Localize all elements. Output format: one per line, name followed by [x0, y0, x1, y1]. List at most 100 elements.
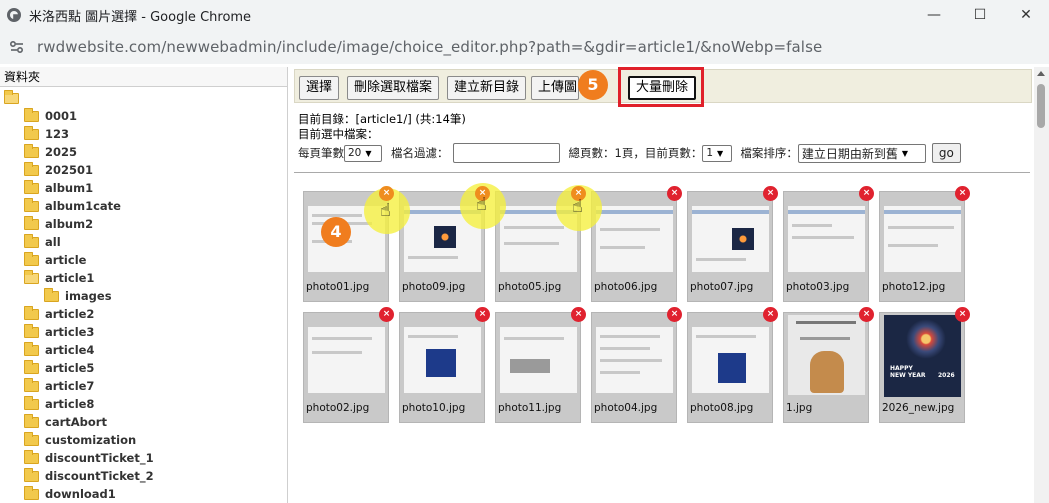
maximize-button[interactable]: ☐ — [957, 0, 1003, 30]
per-page-label: 每頁筆數 — [298, 146, 344, 160]
delete-x-icon[interactable]: × — [379, 307, 394, 322]
thumbnail-filename: photo01.jpg — [306, 281, 370, 293]
folder-item[interactable]: album1 — [0, 179, 287, 197]
scrollbar-thumb[interactable] — [1037, 84, 1045, 128]
folder-item[interactable]: article8 — [0, 395, 287, 413]
scroll-up-arrow-icon[interactable] — [1037, 71, 1045, 76]
page-scrollbar[interactable] — [1034, 67, 1049, 503]
sort-label: 檔案排序： — [740, 146, 798, 160]
folder-icon — [24, 125, 39, 140]
thumbnail-image — [788, 315, 865, 395]
close-window-button[interactable]: ✕ — [1003, 0, 1049, 30]
folder-item[interactable]: article — [0, 251, 287, 269]
folder-item[interactable]: article5 — [0, 359, 287, 377]
chevron-down-icon: ▼ — [901, 148, 908, 158]
folder-item[interactable]: cartAbort — [0, 413, 287, 431]
thumbnail-filename: photo03.jpg — [786, 281, 850, 293]
folder-item[interactable]: 0001 — [0, 107, 287, 125]
select-button[interactable]: 選擇 — [299, 76, 340, 100]
folder-item[interactable]: images — [0, 287, 287, 305]
thumbnail-2026-new[interactable]: HAPPY NEW YEAR 2026 2026_new.jpg × — [879, 307, 970, 423]
thumbnail-photo07[interactable]: photo07.jpg × — [687, 186, 778, 302]
folder-icon — [24, 197, 39, 212]
folder-item[interactable]: discountTicket_2 — [0, 467, 287, 485]
thumbnail-photo10[interactable]: photo10.jpg × — [399, 307, 490, 423]
folder-item[interactable]: article2 — [0, 305, 287, 323]
folder-item[interactable]: 2025 — [0, 143, 287, 161]
maximize-icon: ☐ — [973, 7, 987, 23]
delete-x-icon[interactable]: × — [859, 307, 874, 322]
thumbnail-1[interactable]: 1.jpg × — [783, 307, 874, 423]
thumbnail-photo03[interactable]: photo03.jpg × — [783, 186, 874, 302]
folder-icon — [24, 305, 39, 320]
address-bar[interactable]: rwdwebsite.com/newwebadmin/include/image… — [0, 30, 1049, 64]
folder-item[interactable]: article4 — [0, 341, 287, 359]
new-year-text-2: NEW YEAR — [890, 372, 926, 379]
thumbnail-filename: photo07.jpg — [690, 281, 754, 293]
delete-x-icon[interactable]: × — [379, 186, 394, 201]
folder-item[interactable]: 202501 — [0, 161, 287, 179]
thumbnail-image — [308, 327, 385, 393]
delete-x-icon[interactable]: × — [955, 186, 970, 201]
delete-x-icon[interactable]: × — [667, 307, 682, 322]
folder-root[interactable] — [0, 89, 287, 107]
delete-x-icon[interactable]: × — [475, 307, 490, 322]
thumbnail-photo11[interactable]: photo11.jpg × — [495, 307, 586, 423]
thumbnail-image — [596, 206, 673, 272]
thumbnail-image: HAPPY NEW YEAR 2026 — [884, 315, 961, 397]
delete-x-icon[interactable]: × — [859, 186, 874, 201]
delete-x-icon[interactable]: × — [955, 307, 970, 322]
delete-x-icon[interactable]: × — [571, 307, 586, 322]
window-title: 米洛西點 圖片選擇 - Google Chrome — [29, 9, 252, 25]
thumbnail-filename: photo06.jpg — [594, 281, 658, 293]
minimize-icon: — — [927, 7, 941, 23]
url-text[interactable]: rwdwebsite.com/newwebadmin/include/image… — [37, 38, 822, 56]
folder-item[interactable]: album2 — [0, 215, 287, 233]
thumbnail-image — [404, 327, 481, 393]
folder-item[interactable]: article7 — [0, 377, 287, 395]
delete-x-icon[interactable]: × — [763, 307, 778, 322]
folder-icon — [24, 179, 39, 194]
thumbnail-photo06[interactable]: photo06.jpg × — [591, 186, 682, 302]
folder-open-icon — [24, 269, 39, 284]
new-directory-button[interactable]: 建立新目錄 — [447, 76, 527, 100]
close-icon: ✕ — [1020, 7, 1032, 23]
new-year-number: 2026 — [938, 372, 955, 379]
thumbnail-photo02[interactable]: photo02.jpg × — [303, 307, 394, 423]
folder-icon — [24, 143, 39, 158]
delete-selected-button[interactable]: 刪除選取檔案 — [347, 76, 440, 100]
folder-icon — [24, 485, 39, 500]
folder-item[interactable]: discountTicket_1 — [0, 449, 287, 467]
minimize-button[interactable]: — — [911, 0, 957, 30]
go-button[interactable]: go — [931, 143, 961, 163]
folder-item[interactable]: article3 — [0, 323, 287, 341]
filename-filter-input[interactable] — [452, 143, 560, 163]
folder-item[interactable]: download1 — [0, 485, 287, 503]
folder-icon — [24, 377, 39, 392]
folder-item[interactable]: 123 — [0, 125, 287, 143]
delete-x-icon[interactable]: × — [667, 186, 682, 201]
thumbnail-photo08[interactable]: photo08.jpg × — [687, 307, 778, 423]
folder-item[interactable]: album1cate — [0, 197, 287, 215]
delete-x-icon[interactable]: × — [763, 186, 778, 201]
folder-icon — [24, 215, 39, 230]
page-select[interactable]: 1 ▼ — [702, 144, 733, 162]
thumbnail-filename: 2026_new.jpg — [882, 402, 955, 414]
sort-select[interactable]: 建立日期由新到舊 ▼ — [797, 143, 926, 163]
folder-item-active[interactable]: article1 — [0, 269, 287, 287]
folder-icon — [24, 359, 39, 374]
folder-item[interactable]: customization — [0, 431, 287, 449]
per-page-select[interactable]: 20 ▼ — [344, 144, 382, 162]
folder-icon — [24, 251, 39, 266]
chevron-down-icon: ▼ — [365, 148, 372, 158]
folder-icon — [24, 341, 39, 356]
folder-item[interactable]: all — [0, 233, 287, 251]
thumbnail-filename: photo05.jpg — [498, 281, 562, 293]
upload-button[interactable]: 上傳圖 — [531, 76, 579, 100]
hand-pointer-icon: ☝ — [572, 196, 583, 217]
thumbnail-photo12[interactable]: photo12.jpg × — [879, 186, 970, 302]
thumbnail-image — [788, 206, 865, 272]
thumbnail-photo04[interactable]: photo04.jpg × — [591, 307, 682, 423]
thumbnail-filename: photo02.jpg — [306, 402, 370, 414]
site-settings-icon[interactable] — [9, 39, 25, 55]
